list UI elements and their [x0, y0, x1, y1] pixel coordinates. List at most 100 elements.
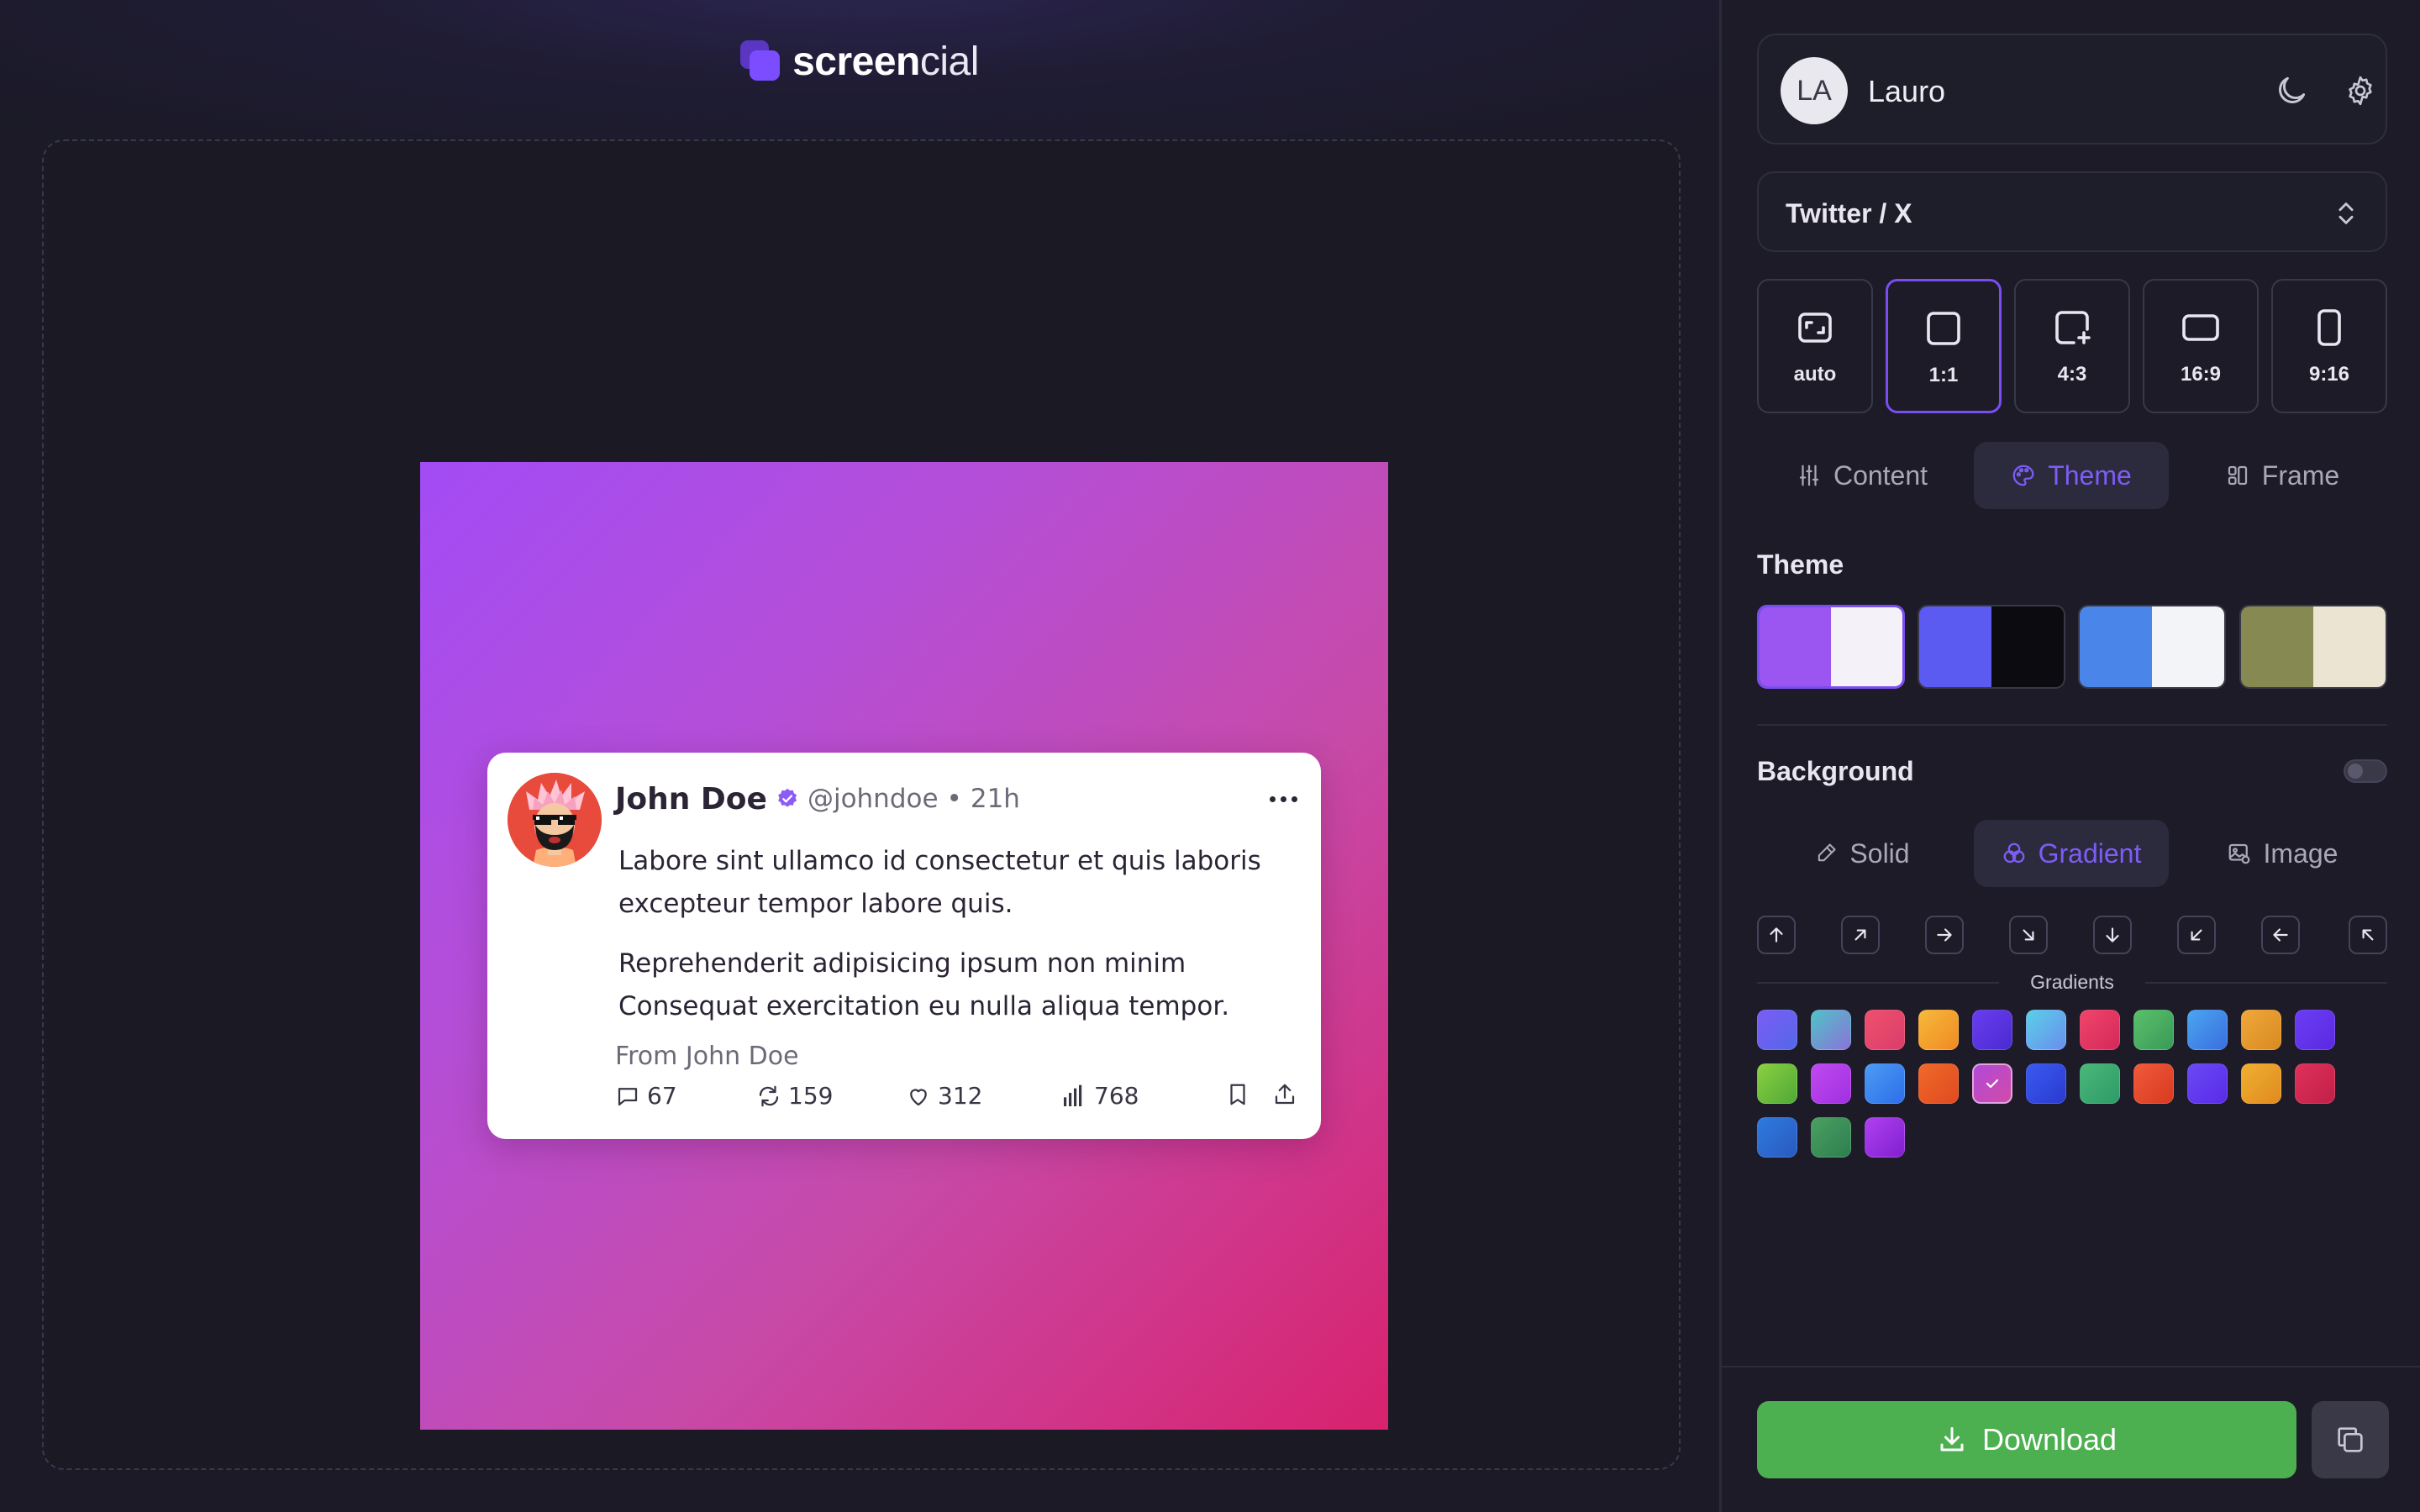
gradient-swatch[interactable]	[1811, 1063, 1851, 1104]
tab-image-label: Image	[2263, 837, 2338, 869]
tweet-body: Labore sint ullamco id consectetur et qu…	[618, 840, 1291, 1045]
bottom-bar: Download	[1722, 1366, 2420, 1512]
gradient-swatch[interactable]	[2080, 1063, 2120, 1104]
ratio-9-16-button[interactable]: 9:16	[2271, 279, 2387, 413]
gradient-swatch[interactable]	[1918, 1063, 1959, 1104]
gradient-swatch[interactable]	[1972, 1010, 2012, 1050]
tab-content[interactable]: Content	[1757, 442, 1967, 509]
direction-down-left-button[interactable]	[2177, 916, 2216, 954]
theme-swatch[interactable]	[1918, 605, 2065, 689]
moon-icon[interactable]	[2273, 72, 2310, 109]
gradient-swatch[interactable]	[2295, 1010, 2335, 1050]
arrow-down-right-icon	[2023, 929, 2034, 941]
ratio-label: 16:9	[2180, 363, 2222, 386]
arrow-down-left-icon	[2191, 929, 2202, 941]
tweet-separator: •	[946, 784, 962, 814]
bookmark-action[interactable]	[1225, 1082, 1250, 1107]
gradient-swatch[interactable]	[1918, 1010, 1959, 1050]
gradient-swatch[interactable]	[1811, 1010, 1851, 1050]
background-toggle[interactable]	[2344, 759, 2387, 783]
direction-up-right-button[interactable]	[1841, 916, 1880, 954]
gradient-swatch[interactable]	[2133, 1010, 2174, 1050]
frame-icon	[2228, 465, 2247, 486]
gradient-swatch[interactable]	[1865, 1117, 1905, 1158]
reply-icon	[618, 1087, 638, 1105]
reply-action[interactable]: 67	[615, 1082, 677, 1110]
ratio-4-3-button[interactable]: 4:3	[2014, 279, 2130, 413]
download-label: Download	[1981, 1422, 2118, 1457]
ratio-16-9-button[interactable]: 16:9	[2143, 279, 2259, 413]
tab-frame-label: Frame	[2261, 459, 2340, 491]
gradient-swatch[interactable]	[2187, 1010, 2228, 1050]
theme-swatch[interactable]	[2078, 605, 2226, 689]
artboard[interactable]: John Doe @johndoe • 21h Labore sint ulla…	[420, 462, 1388, 1430]
gradient-swatch[interactable]	[2187, 1063, 2228, 1104]
views-action[interactable]: 768	[1060, 1082, 1139, 1110]
section-divider	[1757, 724, 2387, 726]
gradient-swatch[interactable]	[2026, 1063, 2066, 1104]
tab-solid[interactable]: Solid	[1757, 820, 1967, 887]
gear-icon[interactable]	[2344, 74, 2377, 108]
tweet-paragraph: Reprehenderit adipisicing ipsum non mini…	[618, 948, 1230, 1021]
gradient-swatch[interactable]	[2241, 1010, 2281, 1050]
tweet-time: 21h	[970, 784, 1020, 814]
like-action[interactable]: 312	[906, 1082, 982, 1110]
tweet-card[interactable]: John Doe @johndoe • 21h Labore sint ulla…	[487, 753, 1321, 1139]
arrow-right-icon	[1937, 928, 1952, 942]
direction-down-button[interactable]	[2093, 916, 2132, 954]
background-tabs: Solid Gradient Image	[1757, 820, 2387, 887]
gradient-swatch[interactable]	[2026, 1010, 2066, 1050]
user-card: LA Lauro	[1757, 34, 2387, 144]
theme-swatch[interactable]	[1757, 605, 1905, 689]
chevron-up-down-icon	[2338, 202, 2354, 224]
direction-right-button[interactable]	[1925, 916, 1964, 954]
gradient-swatch[interactable]	[2080, 1010, 2120, 1050]
reply-count: 67	[647, 1082, 677, 1110]
check-icon	[1986, 1079, 1999, 1089]
retweet-action[interactable]: 159	[756, 1082, 833, 1110]
tab-solid-label: Solid	[1849, 837, 1910, 869]
aspect-ratio-group: auto 1:1 4:3 16:9 9:16	[1757, 279, 2387, 413]
copy-button[interactable]	[2312, 1401, 2389, 1478]
user-avatar[interactable]: LA	[1781, 57, 1848, 124]
tab-gradient[interactable]: Gradient	[1974, 820, 2169, 887]
more-options-icon[interactable]	[1270, 795, 1301, 802]
arrow-up-left-icon	[2362, 929, 2374, 941]
share-icon	[1275, 1084, 1295, 1105]
gradient-swatch[interactable]	[1972, 1063, 2012, 1104]
direction-down-right-button[interactable]	[2009, 916, 2048, 954]
theme-swatches	[1757, 605, 2387, 689]
download-button[interactable]: Download	[1757, 1401, 2296, 1478]
analytics-icon	[1064, 1084, 1082, 1106]
ratio-auto-button[interactable]: auto	[1757, 279, 1873, 413]
platform-select[interactable]: Twitter / X	[1757, 171, 2387, 252]
share-action[interactable]	[1272, 1082, 1297, 1107]
gradient-swatch[interactable]	[1865, 1063, 1905, 1104]
gradient-swatch[interactable]	[2295, 1063, 2335, 1104]
retweet-count: 159	[788, 1082, 834, 1110]
tab-gradient-label: Gradient	[2038, 837, 2142, 869]
gradient-swatch[interactable]	[1757, 1010, 1797, 1050]
gradient-swatch[interactable]	[1811, 1117, 1851, 1158]
tab-frame[interactable]: Frame	[2177, 442, 2387, 509]
tab-image[interactable]: Image	[2177, 820, 2387, 887]
gradient-swatch[interactable]	[1757, 1117, 1797, 1158]
theme-swatch[interactable]	[2239, 605, 2387, 689]
auto-ratio-icon	[1798, 312, 1832, 343]
tab-theme-label: Theme	[2048, 459, 2132, 491]
gradient-swatch[interactable]	[1757, 1063, 1797, 1104]
ratio-label: 4:3	[2057, 363, 2087, 386]
gradient-swatch[interactable]	[1865, 1010, 1905, 1050]
gradient-swatch[interactable]	[2241, 1063, 2281, 1104]
tweet-actions: 67 159 312 768	[615, 1082, 1301, 1116]
ratio-1-1-button[interactable]: 1:1	[1886, 279, 2002, 413]
settings-panel: LA Lauro Twitter / X auto 1:1 4:3 16:9 9…	[1719, 0, 2420, 1512]
platform-selected-label: Twitter / X	[1786, 198, 1912, 228]
direction-up-left-button[interactable]	[2349, 916, 2387, 954]
direction-up-button[interactable]	[1757, 916, 1796, 954]
gradient-swatch[interactable]	[2133, 1063, 2174, 1104]
gradients-divider: Gradients	[1757, 971, 2387, 995]
tab-theme[interactable]: Theme	[1974, 442, 2169, 509]
direction-left-button[interactable]	[2261, 916, 2300, 954]
square-icon	[1927, 312, 1960, 345]
